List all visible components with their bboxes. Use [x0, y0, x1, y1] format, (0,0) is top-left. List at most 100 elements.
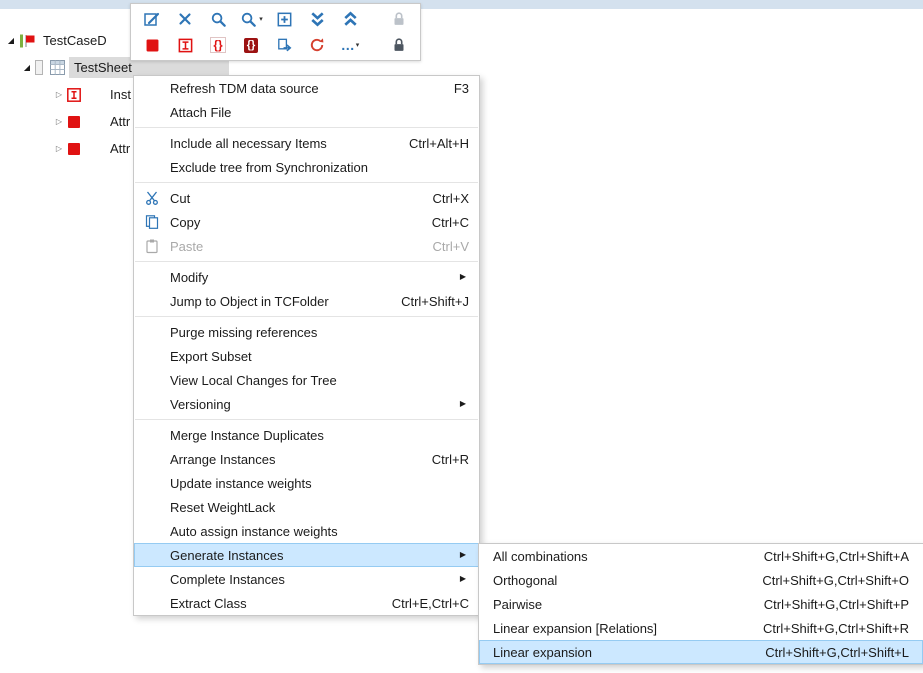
menu-item-reset-weightlack[interactable]: Reset WeightLack [134, 495, 479, 519]
menu-item-purge-missing-references[interactable]: Purge missing references [134, 320, 479, 344]
menu-item-versioning[interactable]: Versioning ▶ [134, 392, 479, 416]
menu-item-view-local-changes-for-tree[interactable]: View Local Changes for Tree [134, 368, 479, 392]
menu-item-label: Complete Instances [170, 572, 285, 587]
menu-item-shortcut: Ctrl+V [409, 239, 469, 254]
tree-item-label: Attr [107, 112, 133, 131]
braces-glyph: {} [210, 37, 225, 53]
menu-item-paste[interactable]: Paste Ctrl+V [134, 234, 479, 258]
attribute-red-square-icon [67, 115, 81, 129]
submenu-item-label: Linear expansion [493, 645, 592, 660]
menu-item-label: Purge missing references [170, 325, 317, 340]
submenu-item-shortcut: Ctrl+Shift+G,Ctrl+Shift+A [734, 549, 909, 564]
menu-item-label: Exclude tree from Synchronization [170, 160, 368, 175]
expand-all-icon[interactable] [305, 8, 329, 30]
submenu-item-linear-expansion[interactable]: Linear expansion Ctrl+Shift+G,Ctrl+Shift… [479, 640, 923, 664]
menu-item-label: Update instance weights [170, 476, 312, 491]
menu-item-modify[interactable]: Modify ▶ [134, 265, 479, 289]
submenu-item-label: All combinations [493, 549, 588, 564]
menu-item-auto-assign-instance-weights[interactable]: Auto assign instance weights [134, 519, 479, 543]
braces-filled-icon[interactable]: {} [239, 34, 263, 56]
generate-instances-submenu: All combinations Ctrl+Shift+G,Ctrl+Shift… [478, 543, 923, 665]
expander-expanded-icon[interactable]: ◢ [19, 64, 35, 72]
menu-item-refresh-tdm-data-source[interactable]: Refresh TDM data source F3 [134, 76, 479, 100]
menu-item-label: Attach File [170, 105, 231, 120]
edit-icon[interactable] [140, 8, 164, 30]
menu-item-generate-instances[interactable]: Generate Instances ▶ [134, 543, 479, 567]
expander-expanded-icon[interactable]: ◢ [3, 37, 19, 45]
submenu-item-pairwise[interactable]: Pairwise Ctrl+Shift+G,Ctrl+Shift+P [479, 592, 923, 616]
menu-item-arrange-instances[interactable]: Arrange Instances Ctrl+R [134, 447, 479, 471]
app-window: ◢ TestCaseD ◢ TestSheet ▷ Inst ▷ [0, 0, 923, 673]
menu-item-label: Cut [170, 191, 190, 206]
menu-item-shortcut: Ctrl+R [408, 452, 469, 467]
sheet-mini-icon [35, 60, 46, 75]
instance-i-icon [67, 88, 81, 102]
menu-item-shortcut: Ctrl+E,Ctrl+C [368, 596, 469, 611]
submenu-item-shortcut: Ctrl+Shift+G,Ctrl+Shift+P [734, 597, 909, 612]
more-tools-icon[interactable]: …▾ [338, 34, 362, 56]
menu-item-extract-class[interactable]: Extract Class Ctrl+E,Ctrl+C [134, 591, 479, 615]
tree-item-label: Inst [107, 85, 134, 104]
menu-item-cut[interactable]: Cut Ctrl+X [134, 186, 479, 210]
add-box-icon[interactable] [272, 8, 296, 30]
delete-x-icon[interactable] [173, 8, 197, 30]
submenu-arrow-icon: ▶ [457, 400, 469, 408]
menu-item-exclude-tree-from-synchronization[interactable]: Exclude tree from Synchronization [134, 155, 479, 179]
menu-item-label: Copy [170, 215, 200, 230]
menu-item-update-instance-weights[interactable]: Update instance weights [134, 471, 479, 495]
lock-disabled-icon[interactable] [387, 8, 411, 30]
submenu-item-shortcut: Ctrl+Shift+G,Ctrl+Shift+L [735, 645, 909, 660]
menu-item-attach-file[interactable]: Attach File [134, 100, 479, 124]
attribute-red-square-icon [67, 142, 81, 156]
submenu-arrow-icon: ▶ [457, 551, 469, 559]
expander-collapsed-icon[interactable]: ▷ [51, 91, 67, 99]
menu-item-merge-instance-duplicates[interactable]: Merge Instance Duplicates [134, 423, 479, 447]
zoom-dropdown-icon[interactable]: ▾ [239, 8, 263, 30]
submenu-item-shortcut: Ctrl+Shift+G,Ctrl+Shift+R [733, 621, 909, 636]
menu-item-label: Generate Instances [170, 548, 283, 563]
instance-i-icon[interactable] [173, 34, 197, 56]
braces-glyph: {} [244, 38, 259, 53]
collapse-all-icon[interactable] [338, 8, 362, 30]
expander-collapsed-icon[interactable]: ▷ [51, 118, 67, 126]
submenu-item-label: Linear expansion [Relations] [493, 621, 657, 636]
floating-toolbar: ▾ {} {} [130, 3, 421, 61]
menu-item-label: Jump to Object in TCFolder [170, 294, 329, 309]
testcase-design-flag-icon [19, 34, 36, 48]
menu-item-export-subset[interactable]: Export Subset [134, 344, 479, 368]
menu-separator [135, 261, 478, 262]
submenu-arrow-icon: ▶ [457, 273, 469, 281]
ellipsis-glyph: … [341, 40, 355, 50]
braces-icon[interactable]: {} [206, 34, 230, 56]
zoom-icon[interactable] [206, 8, 230, 30]
menu-item-label: Merge Instance Duplicates [170, 428, 324, 443]
menu-item-label: View Local Changes for Tree [170, 373, 337, 388]
tree-item-label: Attr [107, 139, 133, 158]
submenu-item-label: Orthogonal [493, 573, 557, 588]
toolbar-row-2: {} {} …▾ [140, 32, 411, 58]
submenu-item-all-combinations[interactable]: All combinations Ctrl+Shift+G,Ctrl+Shift… [479, 544, 923, 568]
submenu-item-shortcut: Ctrl+Shift+G,Ctrl+Shift+O [732, 573, 909, 588]
dropdown-caret-icon: ▾ [259, 15, 263, 23]
lock-icon[interactable] [387, 34, 411, 56]
duplicate-icon[interactable] [272, 34, 296, 56]
submenu-item-linear-expansion-relations[interactable]: Linear expansion [Relations] Ctrl+Shift+… [479, 616, 923, 640]
menu-item-include-all-necessary-items[interactable]: Include all necessary Items Ctrl+Alt+H [134, 131, 479, 155]
context-menu: Refresh TDM data source F3 Attach File I… [133, 75, 480, 616]
menu-item-copy[interactable]: Copy Ctrl+C [134, 210, 479, 234]
menu-item-complete-instances[interactable]: Complete Instances ▶ [134, 567, 479, 591]
menu-item-jump-to-object-in-tcfolder[interactable]: Jump to Object in TCFolder Ctrl+Shift+J [134, 289, 479, 313]
menu-separator [135, 182, 478, 183]
menu-item-shortcut: Ctrl+Alt+H [385, 136, 469, 151]
refresh-icon[interactable] [305, 34, 329, 56]
expander-collapsed-icon[interactable]: ▷ [51, 145, 67, 153]
menu-item-label: Refresh TDM data source [170, 81, 319, 96]
cut-icon [134, 190, 170, 206]
dropdown-caret-icon: ▾ [356, 41, 360, 49]
submenu-item-orthogonal[interactable]: Orthogonal Ctrl+Shift+G,Ctrl+Shift+O [479, 568, 923, 592]
toolbar-row-1: ▾ [140, 6, 411, 32]
menu-item-label: Export Subset [170, 349, 252, 364]
menu-separator [135, 419, 478, 420]
attribute-red-square-icon[interactable] [140, 34, 164, 56]
menu-item-label: Auto assign instance weights [170, 524, 338, 539]
